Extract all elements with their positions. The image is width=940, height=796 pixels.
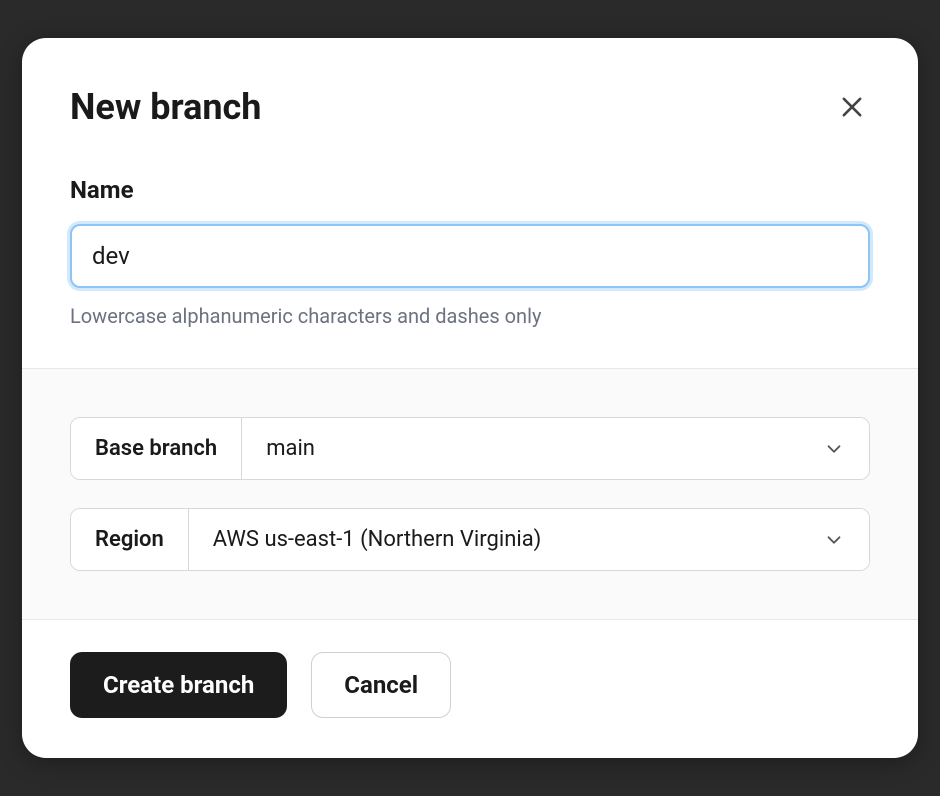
base-branch-select[interactable]: main	[242, 418, 869, 479]
name-help-text: Lowercase alphanumeric characters and da…	[70, 304, 870, 328]
new-branch-modal: New branch Name Lowercase alphanumeric c…	[22, 38, 918, 758]
chevron-down-icon	[823, 438, 845, 460]
region-label: Region	[71, 509, 189, 570]
chevron-down-icon	[823, 529, 845, 551]
base-branch-value: main	[266, 436, 315, 461]
close-button[interactable]	[834, 89, 870, 125]
base-branch-label: Base branch	[71, 418, 242, 479]
name-section: Name Lowercase alphanumeric characters a…	[22, 128, 918, 368]
config-section: Base branch main Region AWS us-east-1 (N…	[22, 368, 918, 620]
close-icon	[838, 93, 866, 121]
create-branch-button[interactable]: Create branch	[70, 652, 287, 718]
cancel-button[interactable]: Cancel	[311, 652, 451, 718]
name-label: Name	[70, 176, 870, 204]
branch-name-input[interactable]	[70, 224, 870, 288]
modal-header: New branch	[22, 38, 918, 128]
region-row: Region AWS us-east-1 (Northern Virginia)	[70, 508, 870, 571]
modal-footer: Create branch Cancel	[22, 620, 918, 758]
base-branch-row: Base branch main	[70, 417, 870, 480]
modal-title: New branch	[70, 86, 261, 128]
region-select[interactable]: AWS us-east-1 (Northern Virginia)	[189, 509, 869, 570]
region-value: AWS us-east-1 (Northern Virginia)	[213, 527, 542, 552]
